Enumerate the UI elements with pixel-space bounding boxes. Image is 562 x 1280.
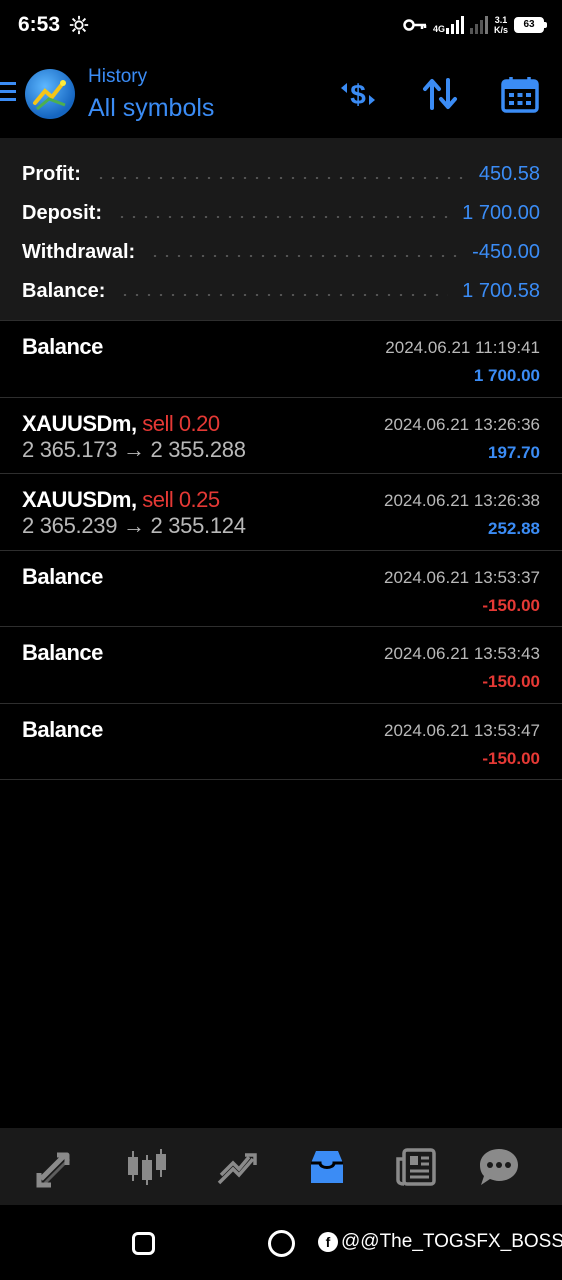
system-nav: f @@The_TOGSFX_BOSS: [0, 1205, 562, 1280]
news-icon[interactable]: [395, 1145, 439, 1189]
home-button[interactable]: [268, 1230, 295, 1257]
signal-strength-2-icon: [469, 16, 488, 34]
list-item[interactable]: Balance 2024.06.21 13:53:47 -150.00: [0, 704, 562, 780]
vpn-key-icon: [403, 19, 427, 31]
list-item[interactable]: XAUUSDm, sell 0.20 2 365.173 → 2 355.288…: [0, 398, 562, 474]
deal-symbol: Balance: [22, 563, 103, 589]
bottom-nav: [0, 1128, 562, 1205]
list-item[interactable]: Balance 2024.06.21 13:53:37 -150.00: [0, 551, 562, 627]
summary-value: 1 700.58: [462, 280, 540, 302]
deal-time: 2024.06.21 13:26:36: [384, 414, 540, 434]
deal-amount: -150.00: [482, 595, 540, 615]
deals-list: Balance 2024.06.21 11:19:41 1 700.00 XAU…: [0, 321, 562, 780]
deal-time: 2024.06.21 13:26:38: [384, 491, 540, 510]
deal-amount: 252.88: [488, 519, 540, 538]
deal-amount: 1 700.00: [473, 366, 540, 385]
summary-panel: Profit: 450.58 Deposit: 1 700.00 Withdra…: [0, 138, 562, 321]
status-indicators: 4G 3.1 K/s 63: [403, 12, 547, 38]
battery-icon: 63: [514, 17, 547, 33]
app-header: History All symbols $: [0, 52, 562, 138]
deal-amount: -150.00: [482, 748, 540, 768]
settings-notification-icon: [69, 15, 89, 35]
list-item[interactable]: Balance 2024.06.21 11:19:41 1 700.00: [0, 321, 562, 398]
status-time: 6:53: [18, 13, 61, 36]
chart-icon[interactable]: [125, 1145, 169, 1189]
watermark-text: @@The_TOGSFX_BOSS: [341, 1231, 562, 1252]
list-item[interactable]: XAUUSDm, sell 0.25 2 365.239 → 2 355.124…: [0, 474, 562, 551]
dotted-leader: [149, 254, 459, 257]
network-type: 4G: [433, 16, 464, 34]
dotted-leader: [94, 176, 465, 179]
summary-value: 1 700.00: [462, 202, 540, 224]
deal-amount: 197.70: [488, 442, 540, 462]
app-logo: [25, 69, 75, 119]
symbol-filter[interactable]: All symbols: [88, 94, 214, 123]
deal-symbol: Balance: [22, 640, 103, 665]
summary-row-deposit: Deposit: 1 700.00: [22, 194, 540, 233]
svg-text:$: $: [350, 79, 366, 110]
page-title: History: [88, 66, 148, 87]
summary-label: Deposit:: [22, 202, 102, 224]
deal-symbol: XAUUSDm,: [22, 410, 137, 436]
deal-prices: 2 365.173 → 2 355.288: [22, 436, 246, 462]
summary-label: Withdrawal:: [22, 241, 136, 263]
status-bar: 6:53 4G 3.1 K/s 63: [0, 0, 562, 52]
signal-strength-icon: [445, 16, 464, 34]
deal-symbol: Balance: [22, 334, 103, 359]
deal-symbol: XAUUSDm,: [22, 487, 137, 512]
facebook-icon: f: [318, 1232, 338, 1252]
list-item[interactable]: Balance 2024.06.21 13:53:43 -150.00: [0, 627, 562, 704]
summary-label: Profit:: [22, 163, 81, 185]
calendar-icon[interactable]: [500, 74, 540, 114]
deposit-filter-icon[interactable]: $: [338, 74, 378, 114]
deal-time: 2024.06.21 13:53:47: [384, 720, 540, 740]
deal-symbol: Balance: [22, 716, 103, 742]
deal-amount: -150.00: [482, 672, 540, 691]
menu-icon[interactable]: [0, 82, 16, 104]
deal-time: 2024.06.21 11:19:41: [385, 338, 540, 357]
history-icon[interactable]: [305, 1145, 349, 1189]
quotes-icon[interactable]: [35, 1145, 79, 1189]
dotted-leader: [116, 215, 449, 218]
summary-row-withdrawal: Withdrawal: -450.00: [22, 233, 540, 272]
dotted-leader: [119, 293, 449, 296]
summary-row-profit: Profit: 450.58: [22, 155, 540, 194]
trade-icon[interactable]: [215, 1145, 259, 1189]
deal-type: sell 0.25: [142, 487, 220, 512]
net-speed-value: 3.1: [494, 15, 508, 25]
deal-time: 2024.06.21 13:53:37: [384, 567, 540, 587]
summary-value: 450.58: [478, 163, 540, 185]
deal-prices: 2 365.239 → 2 355.124: [22, 513, 246, 538]
summary-row-balance: Balance: 1 700.58: [22, 272, 540, 311]
watermark: f @@The_TOGSFX_BOSS: [318, 1231, 562, 1253]
recent-apps-button[interactable]: [132, 1232, 155, 1255]
sort-icon[interactable]: [420, 74, 460, 114]
summary-label: Balance:: [22, 280, 106, 302]
deal-type: sell 0.20: [142, 410, 220, 436]
network-type-label: 4G: [432, 24, 445, 34]
net-speed-unit: K/s: [493, 25, 508, 35]
summary-value: -450.00: [472, 241, 540, 263]
deal-time: 2024.06.21 13:53:43: [384, 644, 540, 663]
net-speed: 3.1 K/s: [494, 15, 508, 35]
chat-icon[interactable]: [477, 1145, 521, 1189]
